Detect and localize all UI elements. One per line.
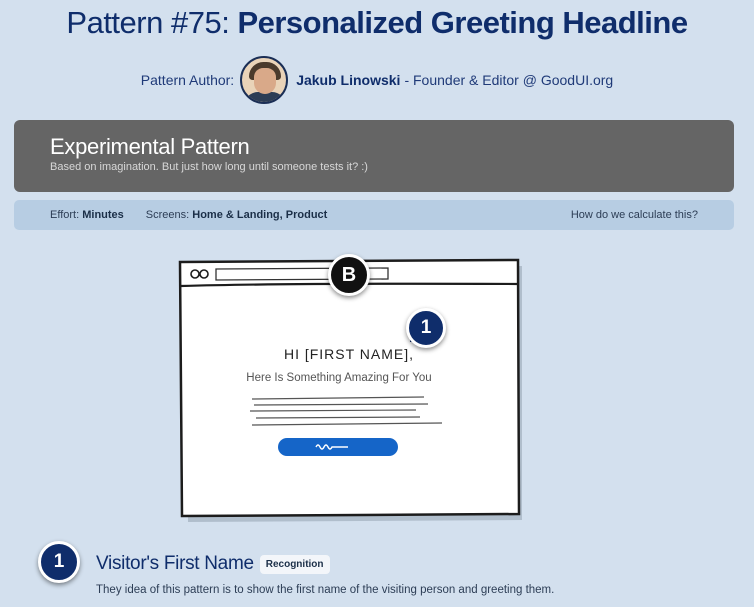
section-number-badge: 1 xyxy=(38,541,80,583)
author-row: Pattern Author: Jakub Linowski - Founder… xyxy=(0,54,754,106)
effort-value: Minutes xyxy=(82,209,124,221)
sketch-subheading: Here Is Something Amazing For You xyxy=(246,372,431,384)
section-description: They idea of this pattern is to show the… xyxy=(96,584,555,596)
screens-label: Screens: xyxy=(145,209,190,221)
banner-heading: Experimental Pattern xyxy=(50,134,250,159)
section-title: Visitor's First Name xyxy=(96,553,254,574)
screens-value: Home & Landing, Product xyxy=(192,209,328,221)
pattern-illustration: HI [FIRST NAME], Here Is Something Amazi… xyxy=(170,252,532,524)
effort-label: Effort: xyxy=(50,209,80,221)
meta-bar: Effort: Minutes Screens: Home & Landing,… xyxy=(14,200,734,230)
how-calculate-link[interactable]: How do we calculate this? xyxy=(571,209,698,221)
banner-subtext: Based on imagination. But just how long … xyxy=(50,161,368,173)
section-heading: Visitor's First Name Recognition xyxy=(96,550,330,578)
page-title: Pattern #75: Personalized Greeting Headl… xyxy=(0,2,754,44)
illustration-marker-1[interactable]: 1 xyxy=(406,308,446,348)
pattern-number: Pattern #75: xyxy=(66,5,230,40)
author-name-link[interactable]: Jakub Linowski xyxy=(296,72,400,88)
avatar[interactable] xyxy=(240,56,289,104)
section-tag: Recognition xyxy=(259,554,330,574)
pattern-name: Personalized Greeting Headline xyxy=(237,5,688,40)
variant-badge: B xyxy=(328,254,370,296)
author-label: Pattern Author: xyxy=(140,72,235,88)
author-role: - Founder & Editor @ GoodUI.org xyxy=(404,72,614,88)
experimental-banner: Experimental Pattern Based on imaginatio… xyxy=(14,120,734,192)
sketch-greeting: HI [FIRST NAME], xyxy=(284,346,414,362)
